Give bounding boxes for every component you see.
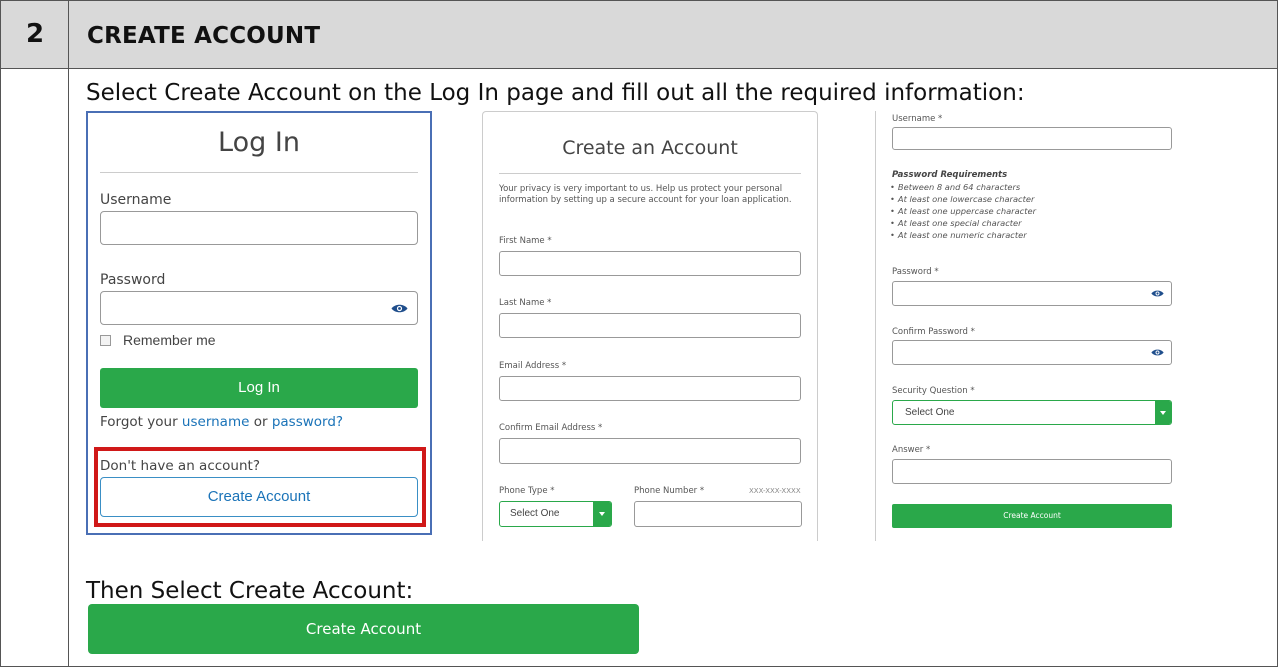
security-question-value: Select One — [905, 407, 955, 418]
password-input-small[interactable] — [892, 281, 1172, 306]
phone-type-value: Select One — [510, 508, 560, 519]
create-account-submit-button[interactable]: Create Account — [88, 604, 639, 654]
email-input[interactable] — [499, 376, 801, 401]
password-requirements-list: Between 8 and 64 characters At least one… — [890, 181, 1036, 241]
highlight-box — [94, 447, 426, 527]
security-question-label: Security Question * — [892, 386, 975, 396]
forgot-text: Forgot your username or password? — [100, 414, 343, 430]
username-label-small: Username * — [892, 114, 943, 124]
requirement-item: At least one special character — [890, 217, 1036, 229]
last-name-input[interactable] — [499, 313, 801, 338]
username-label: Username — [100, 192, 172, 208]
password-label: Password — [100, 272, 166, 288]
confirm-password-label: Confirm Password * — [892, 327, 975, 337]
eye-icon[interactable] — [1151, 348, 1164, 357]
forgot-username-link[interactable]: username — [182, 414, 250, 430]
account-details-panel: Username * Password Requirements Between… — [875, 111, 1183, 541]
create-account-submit-small[interactable]: Create Account — [892, 504, 1172, 528]
requirement-item: At least one lowercase character — [890, 193, 1036, 205]
requirement-item: Between 8 and 64 characters — [890, 181, 1036, 193]
step-number: 2 — [25, 19, 45, 49]
remember-label: Remember me — [123, 332, 216, 348]
privacy-text: Your privacy is very important to us. He… — [499, 184, 792, 205]
step-number-cell: 2 — [1, 1, 69, 667]
last-name-label: Last Name * — [499, 298, 552, 308]
username-input-small[interactable] — [892, 127, 1172, 150]
then-select-text: Then Select Create Account: — [86, 578, 414, 604]
step-header: CREATE ACCOUNT — [1, 1, 1277, 69]
password-requirements-title: Password Requirements — [892, 170, 1008, 180]
instruction-text: Select Create Account on the Log In page… — [86, 80, 1025, 106]
security-question-select[interactable]: Select One — [892, 400, 1172, 425]
phone-number-input[interactable] — [634, 501, 802, 527]
answer-input[interactable] — [892, 459, 1172, 484]
create-account-panel: Create an Account Your privacy is very i… — [482, 111, 818, 541]
forgot-password-link[interactable]: password? — [272, 414, 343, 430]
login-title: Log In — [218, 127, 300, 158]
chevron-down-icon — [1155, 401, 1171, 424]
create-divider — [499, 173, 801, 174]
first-name-label: First Name * — [499, 236, 552, 246]
forgot-prefix: Forgot your — [100, 414, 182, 430]
phone-type-label: Phone Type * — [499, 486, 555, 496]
first-name-input[interactable] — [499, 251, 801, 276]
password-input[interactable] — [100, 291, 418, 325]
requirement-item: At least one uppercase character — [890, 205, 1036, 217]
chevron-down-icon — [593, 502, 611, 526]
login-divider — [100, 172, 418, 173]
eye-icon[interactable] — [1151, 289, 1164, 298]
confirm-email-input[interactable] — [499, 438, 801, 464]
login-button[interactable]: Log In — [100, 368, 418, 408]
email-label: Email Address * — [499, 361, 567, 371]
confirm-email-label: Confirm Email Address * — [499, 423, 603, 433]
create-account-title: Create an Account — [562, 137, 738, 159]
eye-icon[interactable] — [391, 303, 408, 314]
phone-number-label: Phone Number * — [634, 486, 705, 496]
password-label-small: Password * — [892, 267, 939, 277]
username-input[interactable] — [100, 211, 418, 245]
phone-type-select[interactable]: Select One — [499, 501, 612, 527]
confirm-password-input[interactable] — [892, 340, 1172, 365]
step-title: CREATE ACCOUNT — [87, 23, 321, 49]
answer-label: Answer * — [892, 445, 931, 455]
phone-format-hint: XXX-XXX-XXXX — [749, 487, 801, 495]
forgot-or: or — [249, 414, 272, 430]
requirement-item: At least one numeric character — [890, 229, 1036, 241]
remember-checkbox[interactable] — [100, 335, 111, 346]
